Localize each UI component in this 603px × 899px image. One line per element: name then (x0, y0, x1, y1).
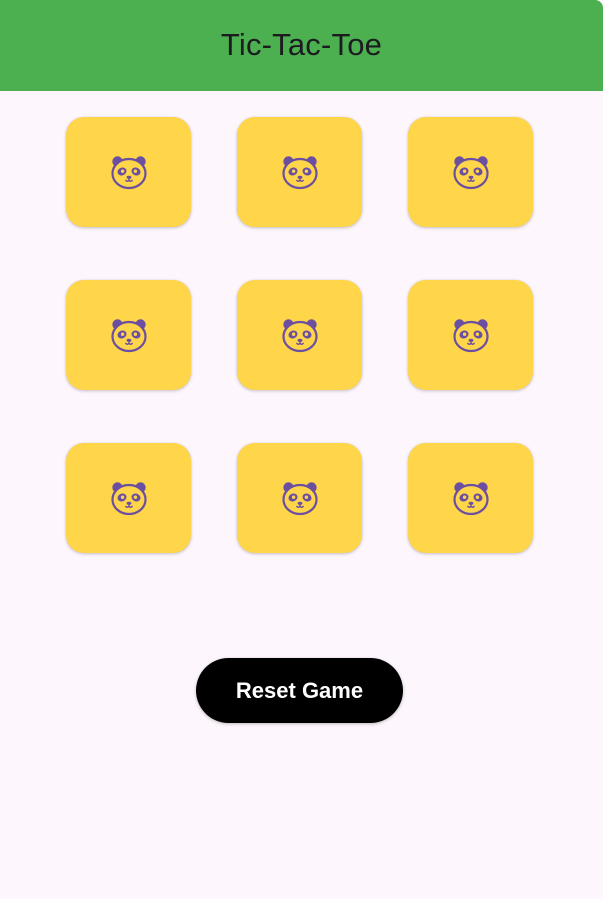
panda-icon (109, 152, 149, 192)
panda-icon (280, 152, 320, 192)
board-cell-5[interactable] (237, 280, 362, 390)
panda-icon (109, 315, 149, 355)
board-cell-3[interactable] (408, 117, 533, 227)
panda-icon (280, 478, 320, 518)
panda-icon (109, 478, 149, 518)
panda-icon (451, 478, 491, 518)
board-cell-2[interactable] (237, 117, 362, 227)
reset-game-button[interactable]: Reset Game (196, 658, 403, 723)
app-bar: Tic-Tac-Toe (0, 0, 603, 91)
board-cell-4[interactable] (66, 280, 191, 390)
panda-icon (280, 315, 320, 355)
board-cell-1[interactable] (66, 117, 191, 227)
panda-icon (451, 315, 491, 355)
board-cell-8[interactable] (237, 443, 362, 553)
app-title: Tic-Tac-Toe (220, 26, 383, 62)
board-cell-9[interactable] (408, 443, 533, 553)
board-cell-6[interactable] (408, 280, 533, 390)
panda-icon (451, 152, 491, 192)
board-cell-7[interactable] (66, 443, 191, 553)
